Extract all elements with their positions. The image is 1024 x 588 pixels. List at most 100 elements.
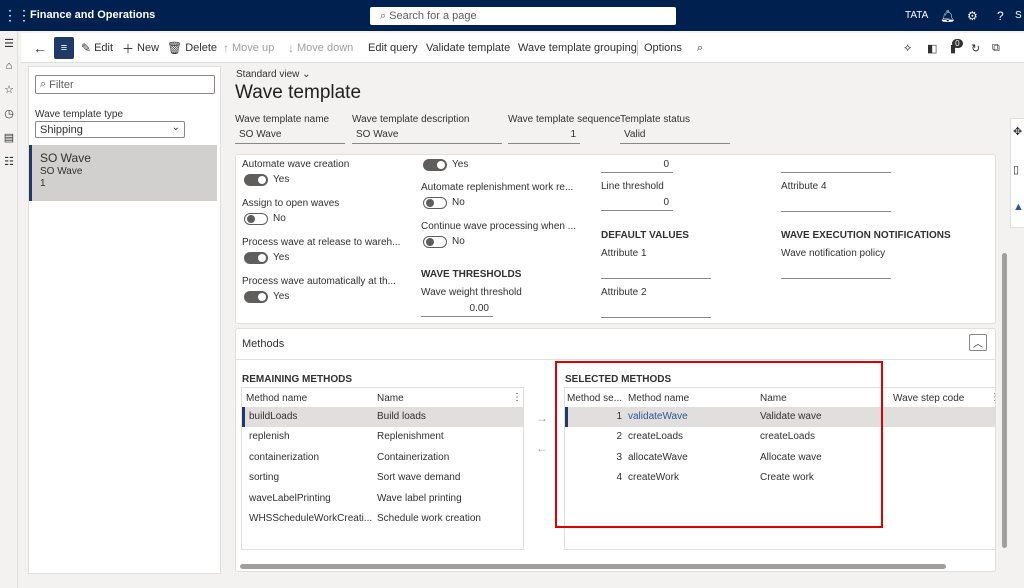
- list-item-sequence: 1: [40, 178, 46, 189]
- workspace-icon[interactable]: ▤: [2, 131, 16, 145]
- search-icon: ⌕: [380, 9, 387, 22]
- continue-wave-processing-toggle[interactable]: [423, 236, 447, 248]
- app-title[interactable]: Finance and Operations: [30, 9, 155, 21]
- horizontal-scrollbar[interactable]: [240, 564, 946, 569]
- move-up-button[interactable]: ↑ Move up: [223, 33, 274, 63]
- wave-template-description-field: Wave template description SO Wave: [352, 114, 502, 144]
- delete-button[interactable]: 🗑︎ Delete: [167, 33, 217, 63]
- remaining-methods-grid: Method name Name ⋮ buildLoads Build load…: [241, 387, 524, 550]
- remove-method-arrow-icon[interactable]: ←: [534, 440, 550, 456]
- home-icon[interactable]: ⌂: [2, 59, 16, 73]
- page-title: Wave template: [235, 82, 362, 103]
- notes-icon[interactable]: ▯: [1013, 163, 1019, 176]
- process-wave-automatically-label: Process wave automatically at th...: [242, 276, 396, 287]
- wave-thresholds-header: WAVE THRESHOLDS: [421, 269, 522, 280]
- assign-to-open-waves-toggle[interactable]: [244, 213, 268, 225]
- assign-to-open-waves-label: Assign to open waves: [242, 198, 340, 209]
- wave-template-description-input[interactable]: SO Wave: [352, 129, 502, 144]
- edit-query-button[interactable]: Edit query: [368, 33, 418, 63]
- validate-template-button[interactable]: Validate template: [426, 33, 510, 63]
- table-row[interactable]: replenish Replenishment: [242, 427, 523, 447]
- filter-search-icon: ⌕: [40, 78, 47, 90]
- popout-icon[interactable]: ⧉: [992, 33, 1000, 63]
- star-icon[interactable]: ☆: [2, 83, 16, 97]
- power-apps-icon[interactable]: ⟡: [904, 33, 911, 63]
- column-header-name[interactable]: Name: [377, 393, 404, 404]
- wave-weight-threshold-label: Wave weight threshold: [421, 287, 522, 298]
- attribute1-input[interactable]: [601, 265, 711, 279]
- wave-template-sequence-input[interactable]: 1: [508, 129, 580, 144]
- column-header-wave-step-code[interactable]: Wave step code: [893, 393, 964, 404]
- search-input[interactable]: ⌕ Search for a page: [370, 7, 676, 25]
- gear-icon[interactable]: ⚙: [967, 0, 978, 31]
- column-options-icon[interactable]: ⋮: [512, 392, 522, 403]
- list-toggle-button[interactable]: ≡: [54, 37, 74, 59]
- wave-execution-notifications-header: WAVE EXECUTION NOTIFICATIONS: [781, 230, 951, 241]
- side-panel: ✥ ▯ ▲: [1010, 118, 1024, 228]
- chevron-up-icon: ︿: [973, 339, 983, 350]
- help-icon[interactable]: ?: [997, 0, 1004, 31]
- wave-notification-policy-input[interactable]: [781, 265, 891, 279]
- automate-replenishment-toggle[interactable]: [423, 197, 447, 209]
- options-tab[interactable]: Options: [644, 33, 682, 63]
- attachments-icon[interactable]: ▮ 0: [950, 33, 963, 63]
- attribute4-label: Attribute 4: [781, 181, 827, 192]
- vertical-scrollbar[interactable]: [1002, 253, 1007, 548]
- hamburger-icon[interactable]: ☰: [2, 37, 16, 51]
- table-row[interactable]: waveLabelPrinting Wave label printing: [242, 489, 523, 509]
- automate-wave-creation-label: Automate wave creation: [242, 159, 350, 170]
- view-selector[interactable]: Standard view ⌄: [236, 69, 311, 80]
- process-wave-at-release-toggle[interactable]: [244, 252, 268, 264]
- attribute3-input[interactable]: [781, 159, 891, 173]
- methods-title[interactable]: Methods: [242, 338, 284, 350]
- add-method-arrow-icon[interactable]: →: [534, 410, 550, 426]
- table-row[interactable]: containerization Containerization: [242, 448, 523, 468]
- modules-icon[interactable]: ☷: [2, 155, 16, 169]
- attribute2-label: Attribute 2: [601, 287, 647, 298]
- table-row[interactable]: sorting Sort wave demand: [242, 468, 523, 488]
- cap-icon[interactable]: ▲: [1013, 201, 1024, 213]
- table-row[interactable]: buildLoads Build loads: [242, 407, 523, 427]
- bell-icon[interactable]: 🔔︎: [940, 0, 955, 31]
- wave-template-name-field: Wave template name SO Wave: [235, 114, 345, 144]
- new-button[interactable]: ＋ New: [122, 33, 159, 63]
- table-row[interactable]: WHSScheduleWorkCreati... Schedule work c…: [242, 509, 523, 529]
- list-item[interactable]: SO Wave SO Wave 1: [29, 145, 217, 201]
- wave-weight-threshold-input[interactable]: 0.00: [421, 303, 493, 317]
- filter-input[interactable]: ⌕ Filter: [35, 75, 215, 94]
- refresh-icon[interactable]: ↻: [971, 33, 980, 63]
- arrow-down-icon: ↓: [288, 41, 294, 55]
- office-icon[interactable]: ◧: [927, 33, 937, 63]
- line-threshold-input[interactable]: 0: [601, 197, 673, 211]
- attribute2-input[interactable]: [601, 304, 711, 318]
- wave-template-grouping-button[interactable]: Wave template grouping: [518, 33, 637, 63]
- waffle-icon[interactable]: ⋮⋮⋮: [0, 0, 31, 31]
- automate-replenishment-label: Automate replenishment work re...: [421, 182, 574, 193]
- shipment-threshold-input[interactable]: 0: [601, 159, 673, 173]
- avatar[interactable]: S: [1015, 0, 1022, 31]
- move-down-button[interactable]: ↓ Move down: [288, 33, 353, 63]
- process-wave-at-release-label: Process wave at release to wareh...: [242, 237, 401, 248]
- attachments-badge: 0: [952, 38, 963, 48]
- attribute4-input[interactable]: [781, 198, 891, 212]
- back-arrow-icon[interactable]: ←: [33, 33, 47, 63]
- pin-icon[interactable]: ✥: [1013, 125, 1022, 138]
- column-header-method-name[interactable]: Method name: [246, 393, 307, 404]
- pencil-icon: ✎: [81, 41, 92, 55]
- process-wave-automatically-toggle[interactable]: [244, 291, 268, 303]
- column-options-icon[interactable]: ⋮: [990, 392, 995, 403]
- remaining-methods-header: REMAINING METHODS: [242, 374, 352, 385]
- list-item-description: SO Wave: [40, 166, 83, 177]
- automate-wave-creation-toggle[interactable]: [244, 174, 268, 186]
- clock-icon[interactable]: ◷: [2, 107, 16, 121]
- search-placeholder: Search for a page: [389, 10, 477, 22]
- edit-button[interactable]: ✎ Edit: [81, 33, 113, 63]
- general-fasttab: Automate wave creation Yes Assign to ope…: [235, 154, 996, 324]
- wave-template-type-select[interactable]: Shipping ⌄: [35, 121, 185, 138]
- wave-template-name-input[interactable]: SO Wave: [235, 129, 345, 144]
- wave-notification-policy-label: Wave notification policy: [781, 248, 886, 259]
- release-wave-toggle[interactable]: [423, 159, 447, 171]
- action-search-icon[interactable]: ⌕: [697, 33, 703, 63]
- collapse-button[interactable]: ︿: [969, 334, 987, 351]
- company-picker[interactable]: TATA: [905, 0, 928, 31]
